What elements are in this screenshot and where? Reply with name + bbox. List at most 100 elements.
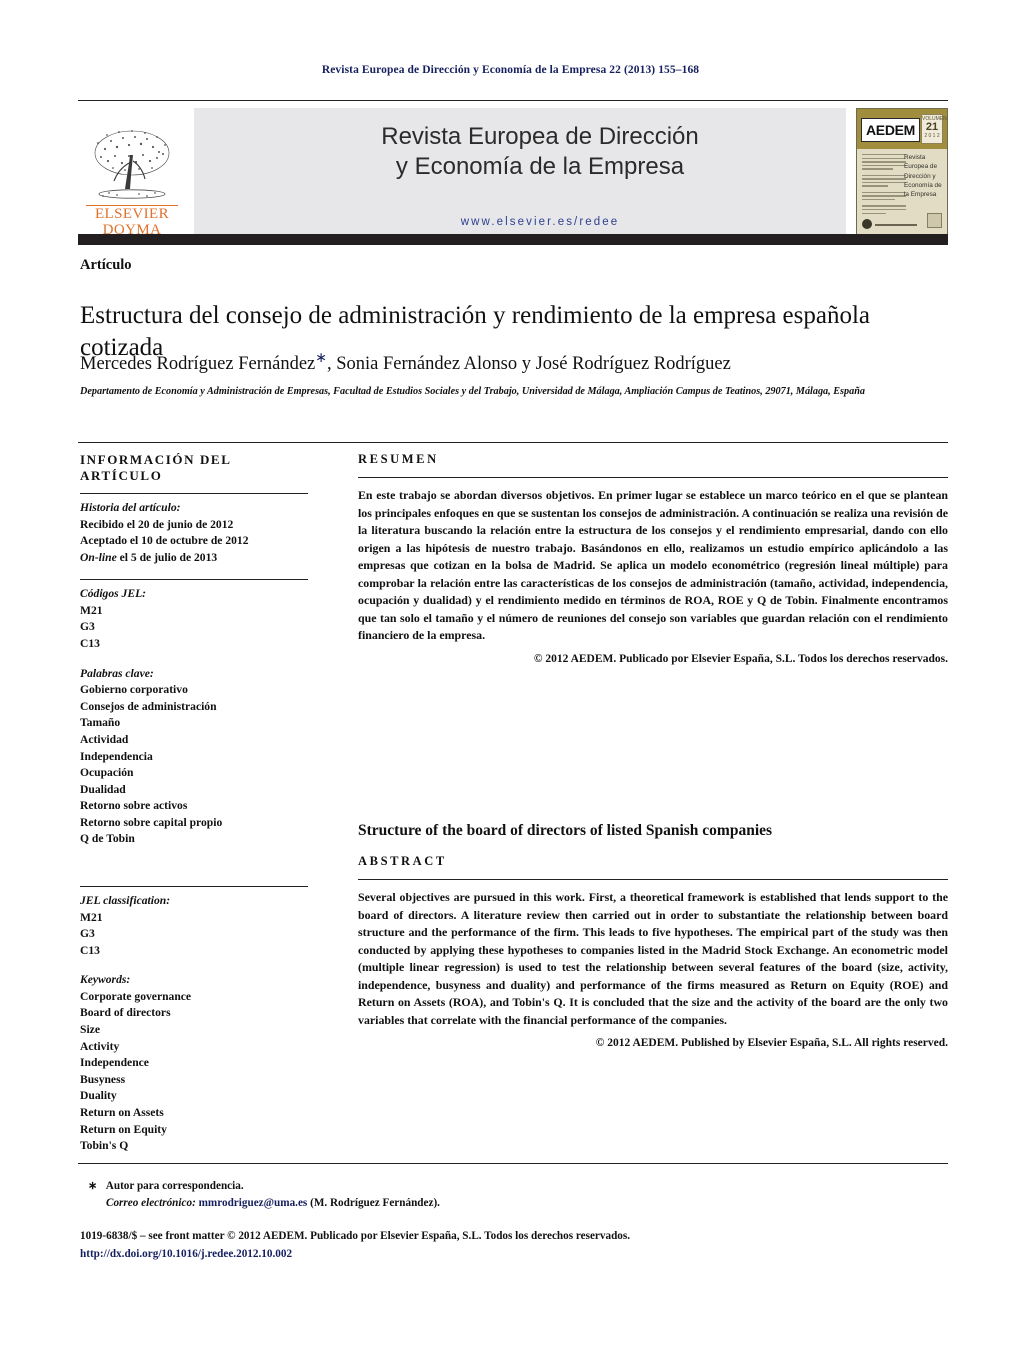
email-label: Correo electrónico:: [106, 1197, 196, 1210]
jel-code: M21: [80, 603, 103, 617]
keyword-item-en: Corporate governance: [80, 989, 192, 1003]
keyword-item-en: Return on Assets: [80, 1105, 164, 1119]
cover-volume-number: 21: [925, 121, 939, 134]
history-accepted: Aceptado el 10 de octubre de 2012: [80, 534, 249, 548]
article-info-panel: INFORMACIÓN DEL ARTÍCULO Historia del ar…: [80, 452, 308, 848]
corresponding-text: Autor para correspondencia.: [105, 1180, 244, 1192]
keyword-item: Ocupación: [80, 766, 134, 780]
keywords-block-en: Keywords: Corporate governance Board of …: [80, 972, 308, 1154]
article-info-heading: INFORMACIÓN DEL ARTÍCULO: [80, 452, 231, 483]
keywords-label-en: Keywords:: [80, 973, 131, 987]
jel-codes-block-es: Códigos JEL: M21 G3 C13: [80, 586, 308, 652]
journal-title-line2: y Economía de la Empresa: [395, 152, 685, 180]
aedem-logo: AEDEM: [861, 118, 920, 142]
journal-cover-thumbnail: AEDEM VOLUMEN 21 2 0 1 2 Revista Europea…: [856, 108, 948, 236]
history-received: Recibido el 20 de junio de 2012: [80, 517, 234, 531]
cover-text-lines: [862, 154, 906, 216]
email-link[interactable]: mmrodriguez@uma.es: [199, 1197, 308, 1209]
cover-volume-badge: VOLUMEN 21 2 0 1 2: [921, 114, 947, 144]
aedem-label: AEDEM: [865, 122, 916, 138]
running-header: Revista Europea de Dirección y Economía …: [321, 64, 700, 76]
keyword-item: Consejos de administración: [80, 699, 217, 713]
footer-divider: [78, 1163, 948, 1164]
journal-title-band: Revista Europea de Dirección y Economía …: [194, 108, 846, 240]
keywords-block-es: Palabras clave: Gobierno corporativo Con…: [80, 666, 308, 848]
keyword-item: Retorno sobre capital propio: [80, 815, 223, 829]
keyword-item-en: Duality: [80, 1089, 117, 1103]
abstract-body-en: Several objectives are pursued in this w…: [358, 890, 948, 1027]
corresponding-star: ∗: [88, 1180, 98, 1192]
abstract-body-es: En este trabajo se abordan diversos obje…: [358, 488, 948, 642]
keyword-item: Retorno sobre activos: [80, 799, 188, 813]
cover-corner-mark: [927, 213, 942, 228]
cover-journal-title: Revista Europea de Dirección y Economía …: [904, 154, 942, 199]
cover-publisher-mark: [862, 219, 872, 229]
jel-code-en: G3: [80, 927, 95, 941]
info-divider-2: [80, 579, 308, 581]
english-title: Structure of the board of directors of l…: [358, 822, 773, 839]
jel-label-en: JEL classification:: [80, 894, 171, 907]
keyword-item-en: Activity: [80, 1039, 120, 1053]
abstract-heading-es: RESUMEN: [358, 452, 439, 466]
content-divider-top: [78, 442, 948, 443]
article-info-panel-en: JEL classification: M21 G3 C13 Keywords:…: [80, 886, 308, 1155]
jel-code-en: M21: [80, 910, 103, 924]
abstract-divider-es: [358, 477, 948, 478]
keyword-item-en: Independence: [80, 1056, 149, 1070]
keyword-item-en: Busyness: [80, 1072, 126, 1086]
info-divider-3: [80, 886, 308, 887]
abstract-copyright-es: © 2012 AEDEM. Publicado por Elsevier Esp…: [533, 652, 948, 665]
keyword-item: Independencia: [80, 749, 153, 763]
history-online-rest: el 5 de julio de 2013: [116, 550, 218, 564]
history-online-prefix: On-line: [80, 550, 117, 564]
article-type-label: Artículo: [80, 257, 132, 273]
abstract-heading-en: ABSTRACT: [358, 854, 447, 868]
keyword-item: Tamaño: [80, 716, 121, 730]
author-primary: Mercedes Rodríguez Fernández: [80, 354, 316, 375]
keyword-item-en: Tobin's Q: [80, 1139, 129, 1153]
abstract-english: Structure of the board of directors of l…: [358, 822, 948, 1049]
corresponding-author-note: ∗ Autor para correspondencia. Correo ele…: [88, 1178, 808, 1213]
keyword-item-en: Size: [80, 1023, 100, 1037]
abstract-spanish: RESUMEN En este trabajo se abordan diver…: [358, 452, 948, 665]
jel-code: C13: [80, 637, 100, 651]
keyword-item: Gobierno corporativo: [80, 683, 188, 697]
journal-title-line1: Revista Europea de Dirección: [381, 123, 699, 150]
article-history-label: Historia del artículo:: [80, 501, 181, 514]
author-affiliation: Departamento de Economía y Administració…: [80, 386, 865, 397]
elsevier-tree-icon: [94, 130, 170, 200]
email-owner: (M. Rodríguez Fernández).: [310, 1197, 440, 1210]
corresponding-author-marker: ∗: [315, 351, 327, 366]
jel-code: G3: [80, 620, 95, 634]
abstract-divider-en: [358, 879, 948, 880]
author-others: , Sonia Fernández Alonso y José Rodrígue…: [327, 354, 731, 375]
doi-link[interactable]: http://dx.doi.org/10.1016/j.redee.2012.1…: [80, 1246, 880, 1264]
keyword-item: Actividad: [80, 732, 129, 746]
front-matter-text: 1019-6838/$ – see front matter © 2012 AE…: [80, 1230, 631, 1242]
info-divider-1: [80, 493, 308, 494]
journal-homepage-link[interactable]: www.elsevier.es/redee: [194, 216, 846, 230]
elsevier-wordmark: ELSEVIER: [86, 205, 178, 222]
email-line: Correo electrónico: mmrodriguez@uma.es (…: [88, 1195, 808, 1212]
keywords-label-es: Palabras clave:: [80, 666, 154, 680]
keyword-item: Q de Tobin: [80, 832, 135, 846]
cover-volume-year: 2 0 1 2: [924, 133, 940, 140]
elsevier-doyma-logo: ELSEVIER DOYMA: [78, 108, 186, 240]
jel-code-en: C13: [80, 943, 100, 957]
journal-masthead: ELSEVIER DOYMA Revista Europea de Direcc…: [78, 100, 948, 240]
jel-label-es: Códigos JEL:: [80, 587, 147, 601]
keyword-item-en: Return on Equity: [80, 1122, 167, 1136]
keyword-item: Dualidad: [80, 782, 126, 796]
corresponding-line: ∗ Autor para correspondencia.: [88, 1178, 808, 1195]
jel-codes-block-en: JEL classification: M21 G3 C13: [80, 893, 308, 959]
cover-publisher-text: [875, 224, 917, 226]
masthead-divider-bar: [78, 234, 948, 245]
abstract-copyright-en: © 2012 AEDEM. Published by Elsevier Espa…: [595, 1037, 948, 1049]
article-history-block: Historia del artículo: Recibido el 20 de…: [80, 500, 308, 566]
front-matter-note: 1019-6838/$ – see front matter © 2012 AE…: [80, 1228, 880, 1264]
author-list: Mercedes Rodríguez Fernández∗, Sonia Fer…: [80, 350, 930, 375]
journal-article-page: Revista Europea de Dirección y Economía …: [0, 0, 1021, 1351]
journal-title: Revista Europea de Dirección y Economía …: [194, 122, 846, 182]
history-online: On-line el 5 de julio de 2013: [80, 550, 308, 567]
keyword-item-en: Board of directors: [80, 1006, 171, 1020]
